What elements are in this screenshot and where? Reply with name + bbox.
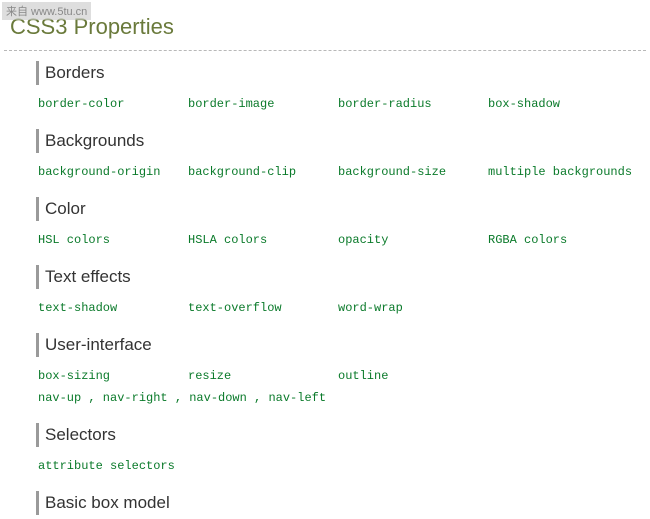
section-heading: User-interface <box>36 333 640 357</box>
content-area: Borders border-color border-image border… <box>0 61 650 515</box>
section-borders: Borders border-color border-image border… <box>28 61 640 119</box>
section-selectors: Selectors attribute selectors <box>28 423 640 481</box>
section-text-effects: Text effects text-shadow text-overflow w… <box>28 265 640 323</box>
property-list: HSL colors HSLA colors opacity RGBA colo… <box>28 233 640 255</box>
property-link[interactable]: border-color <box>38 97 188 111</box>
property-link[interactable]: border-radius <box>338 97 488 111</box>
section-color: Color HSL colors HSLA colors opacity RGB… <box>28 197 640 255</box>
section-heading: Borders <box>36 61 640 85</box>
section-heading: Backgrounds <box>36 129 640 153</box>
property-link[interactable]: nav-up , nav-right , nav-down , nav-left <box>38 391 326 405</box>
property-link[interactable]: multiple backgrounds <box>488 165 638 179</box>
property-link[interactable]: HSLA colors <box>188 233 338 247</box>
property-link[interactable]: box-sizing <box>38 369 188 383</box>
property-link[interactable]: resize <box>188 369 338 383</box>
property-list: text-shadow text-overflow word-wrap <box>28 301 640 323</box>
property-list: attribute selectors <box>28 459 640 481</box>
watermark-label: 来自 www.5tu.cn <box>2 2 91 20</box>
property-link[interactable]: box-shadow <box>488 97 638 111</box>
property-link[interactable]: word-wrap <box>338 301 488 315</box>
property-link[interactable]: text-overflow <box>188 301 338 315</box>
property-link[interactable]: HSL colors <box>38 233 188 247</box>
property-list: box-sizing resize outline nav-up , nav-r… <box>28 369 640 413</box>
property-link[interactable]: background-clip <box>188 165 338 179</box>
property-link[interactable]: text-shadow <box>38 301 188 315</box>
property-link[interactable]: background-size <box>338 165 488 179</box>
property-list: background-origin background-clip backgr… <box>28 165 640 187</box>
section-heading: Text effects <box>36 265 640 289</box>
property-link[interactable]: background-origin <box>38 165 188 179</box>
page-title: CSS3 Properties <box>0 0 650 50</box>
property-link[interactable]: outline <box>338 369 488 383</box>
section-heading: Selectors <box>36 423 640 447</box>
section-user-interface: User-interface box-sizing resize outline… <box>28 333 640 413</box>
section-basic-box-model: Basic box model <box>28 491 640 515</box>
property-list: border-color border-image border-radius … <box>28 97 640 119</box>
property-link[interactable]: opacity <box>338 233 488 247</box>
section-heading: Color <box>36 197 640 221</box>
title-divider <box>4 50 646 51</box>
property-link[interactable]: RGBA colors <box>488 233 638 247</box>
property-link[interactable]: attribute selectors <box>38 459 188 473</box>
property-link[interactable]: border-image <box>188 97 338 111</box>
section-backgrounds: Backgrounds background-origin background… <box>28 129 640 187</box>
section-heading: Basic box model <box>36 491 640 515</box>
